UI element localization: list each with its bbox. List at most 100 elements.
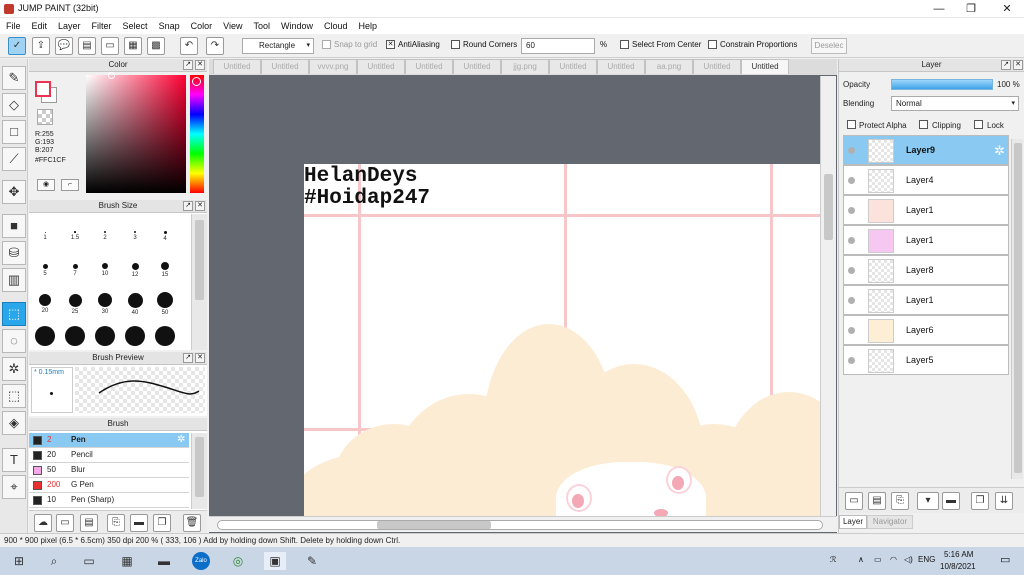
- snap-to-grid-checkbox[interactable]: [322, 40, 331, 49]
- close-panel-icon[interactable]: ✕: [195, 201, 205, 211]
- cloud-sync-icon[interactable]: ✓: [8, 37, 26, 55]
- visibility-icon[interactable]: [848, 357, 855, 364]
- visibility-icon[interactable]: [848, 237, 855, 244]
- drawing-canvas[interactable]: HelanDeys #Hoidap247: [304, 164, 820, 516]
- wifi-icon[interactable]: ◠: [890, 555, 897, 564]
- brush-item[interactable]: 50 Blur: [29, 463, 189, 478]
- duplicate-layer-icon[interactable]: ❐: [971, 492, 989, 510]
- zalo-icon[interactable]: Zalo: [192, 552, 210, 570]
- brush-item[interactable]: 20 Pencil: [29, 448, 189, 463]
- volume-icon[interactable]: ◁): [904, 555, 913, 564]
- merge-layer-icon[interactable]: ⇊: [995, 492, 1013, 510]
- menu-select[interactable]: Select: [123, 21, 148, 31]
- close-panel-icon[interactable]: ✕: [195, 353, 205, 363]
- new-brush-icon[interactable]: ▭: [56, 514, 74, 532]
- menu-window[interactable]: Window: [281, 21, 313, 31]
- menu-layer[interactable]: Layer: [58, 21, 81, 31]
- document-tab[interactable]: Untitled: [357, 59, 405, 74]
- brush-item[interactable]: 10 Pen (Sharp): [29, 493, 189, 508]
- text-tool-icon[interactable]: T: [2, 448, 26, 472]
- rect-select-tool-icon[interactable]: ⬚: [2, 302, 26, 326]
- close-panel-icon[interactable]: ✕: [1013, 60, 1023, 70]
- language-indicator[interactable]: ENG: [918, 555, 935, 564]
- paint-app-icon[interactable]: ✎: [303, 552, 321, 570]
- color-wheel-icon[interactable]: ◉: [37, 179, 55, 191]
- undock-icon[interactable]: ↗: [1001, 60, 1011, 70]
- brush-size-option[interactable]: 30: [93, 292, 117, 315]
- document-tab[interactable]: Untitled: [453, 59, 501, 74]
- gradient-tool-icon[interactable]: ▥: [2, 268, 26, 292]
- layer-row[interactable]: Layer1: [843, 195, 1009, 225]
- hue-slider[interactable]: [190, 75, 204, 193]
- move-tool-icon[interactable]: ✥: [2, 180, 26, 204]
- select-pen-tool-icon[interactable]: ⬚: [2, 384, 26, 408]
- blending-dropdown[interactable]: Normal ▾: [891, 96, 1019, 111]
- people-icon[interactable]: ℛ: [830, 555, 836, 564]
- visibility-icon[interactable]: [848, 207, 855, 214]
- lasso-tool-icon[interactable]: ◌: [2, 329, 26, 353]
- close-button[interactable]: ✕: [992, 1, 1022, 17]
- layer-row[interactable]: Layer4: [843, 165, 1009, 195]
- brush-size-option[interactable]: 4: [153, 224, 177, 242]
- undo-icon[interactable]: ↶: [180, 37, 198, 55]
- brush-size-option[interactable]: 3: [123, 224, 147, 241]
- close-panel-icon[interactable]: ✕: [195, 60, 205, 70]
- visibility-icon[interactable]: [848, 297, 855, 304]
- deselect-button[interactable]: Deselec: [811, 38, 847, 54]
- rect-shape-tool-icon[interactable]: □: [2, 120, 26, 144]
- jump-paint-taskbar-icon[interactable]: ▣: [264, 552, 286, 570]
- canvas-horizontal-scrollbar[interactable]: [209, 516, 837, 532]
- document-tab[interactable]: Untitled: [741, 59, 789, 74]
- brush-size-option[interactable]: 1: [33, 224, 57, 241]
- menu-tool[interactable]: Tool: [253, 21, 270, 31]
- document-icon[interactable]: ▭: [101, 37, 119, 55]
- select-from-center-checkbox[interactable]: [620, 40, 629, 49]
- layer-row[interactable]: Layer8: [843, 255, 1009, 285]
- brush-item[interactable]: 2 Pen ✲: [29, 433, 189, 448]
- scroll-track[interactable]: [217, 520, 823, 530]
- comment-icon[interactable]: 💬: [55, 37, 73, 55]
- line-tool-icon[interactable]: ⟋: [2, 147, 26, 171]
- scrollbar-thumb[interactable]: [195, 437, 204, 497]
- menu-cloud[interactable]: Cloud: [324, 21, 348, 31]
- brush-size-option[interactable]: 1.5: [63, 224, 87, 241]
- scrollbar-thumb[interactable]: [824, 174, 833, 240]
- maximize-button[interactable]: ❐: [956, 1, 986, 17]
- saturation-value-picker[interactable]: [86, 72, 186, 193]
- clock-time[interactable]: 5:16 AM: [944, 550, 973, 559]
- menu-file[interactable]: File: [6, 21, 21, 31]
- browser-icon[interactable]: ◎: [229, 552, 247, 570]
- message-icon[interactable]: ▤: [78, 37, 96, 55]
- transparent-color-swatch[interactable]: [37, 109, 53, 125]
- hue-cursor[interactable]: [192, 77, 201, 86]
- grid-icon[interactable]: ▦: [124, 37, 142, 55]
- opacity-slider[interactable]: [891, 79, 993, 90]
- clipping-checkbox[interactable]: [919, 120, 928, 129]
- fill-rect-tool-icon[interactable]: ■: [2, 214, 26, 238]
- document-tab[interactable]: Untitled: [549, 59, 597, 74]
- round-corners-checkbox[interactable]: [451, 40, 460, 49]
- layer-row[interactable]: Layer6: [843, 315, 1009, 345]
- picker-cursor[interactable]: [108, 72, 115, 79]
- brush-size-option[interactable]: 15: [153, 258, 177, 278]
- menu-filter[interactable]: Filter: [92, 21, 112, 31]
- document-tab[interactable]: Untitled: [693, 59, 741, 74]
- settings-grid-icon[interactable]: ▩: [147, 37, 165, 55]
- document-tab[interactable]: Untitled: [213, 59, 261, 74]
- app-icon-tiles[interactable]: ▦: [118, 552, 136, 570]
- document-tab[interactable]: vvvv.png: [309, 59, 357, 74]
- protect-alpha-checkbox[interactable]: [847, 120, 856, 129]
- file-explorer-icon[interactable]: ▬: [155, 552, 173, 570]
- scrollbar-thumb[interactable]: [195, 220, 204, 300]
- brush-list-scrollbar[interactable]: [191, 433, 207, 509]
- gear-icon[interactable]: ✲: [177, 433, 185, 447]
- visibility-icon[interactable]: [848, 177, 855, 184]
- brush-size-option[interactable]: [123, 326, 147, 346]
- document-tab[interactable]: aa.png: [645, 59, 693, 74]
- bucket-fill-tool-icon[interactable]: ⛁: [2, 241, 26, 265]
- brush-copy-icon[interactable]: ⎘: [107, 514, 125, 532]
- scrollbar-thumb[interactable]: [1014, 143, 1022, 473]
- lock-checkbox[interactable]: [974, 120, 983, 129]
- brush-delete-icon[interactable]: 🗑: [183, 514, 201, 532]
- document-tab[interactable]: Untitled: [405, 59, 453, 74]
